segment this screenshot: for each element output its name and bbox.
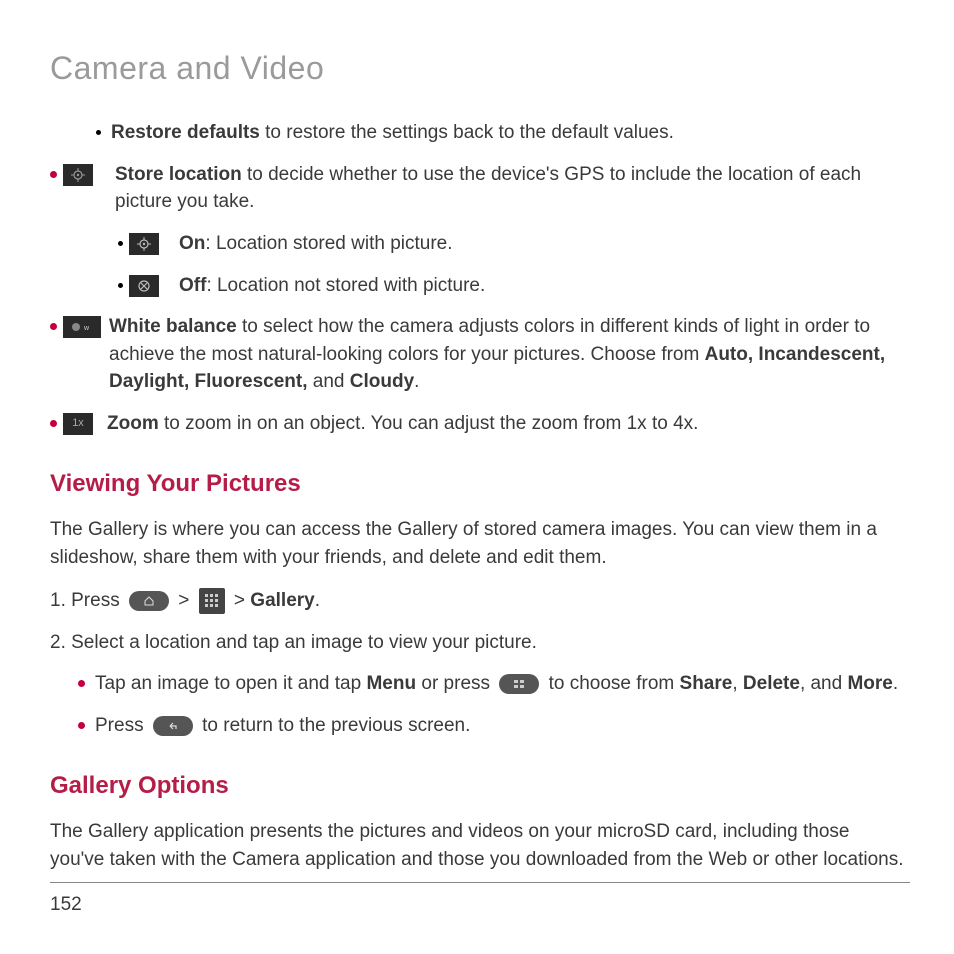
text: to restore the settings back to the defa… [260,122,674,143]
text: to zoom in on an object. You can adjust … [159,413,699,434]
substep-text: Tap an image to open it and tap Menu or … [95,670,904,698]
step-2: 2. Select a location and tap an image to… [50,629,904,657]
apps-grid-icon [199,588,225,614]
bullet-dot-icon [50,323,57,330]
c1: , [732,673,743,694]
gallery-intro: The Gallery application presents the pic… [50,818,904,873]
menu-label: Menu [366,673,416,694]
gallery-label: Gallery [250,590,314,611]
page-number: 152 [50,891,910,919]
t1: Press [95,715,149,736]
t1: Tap an image to open it and tap [95,673,366,694]
heading-gallery-options: Gallery Options [50,769,904,804]
text: : Location stored with picture. [205,233,452,254]
substep-text: Press to return to the previous screen. [95,712,470,740]
bullet-text: Off: Location not stored with picture. [179,272,485,300]
back-button-icon [153,716,193,736]
step-1: 1. Press > > Gallery. [50,587,904,615]
t2: or press [416,673,495,694]
sep1: > [178,590,194,611]
bullet-store-location: Store location to decide whether to use … [50,161,904,216]
zoom-icon: 1x [63,413,93,435]
substep-back: Press to return to the previous screen. [78,712,904,740]
bullet-dot-icon [50,420,57,427]
dot: . [893,673,898,694]
bullet-dot-icon [118,241,123,246]
label: Zoom [107,413,159,434]
gps-off-icon [129,275,159,297]
zoom-icon-label: 1x [72,416,84,432]
dot: . [315,590,320,611]
gps-on-icon [129,233,159,255]
page-title: Camera and Video [50,45,904,91]
bullet-dot-icon [96,130,101,135]
text: : Location not stored with picture. [206,275,485,296]
dot: . [414,371,419,392]
label: Store location [115,164,242,185]
bullet-dot-icon [78,680,85,687]
bullet-dot-icon [50,171,57,178]
and: and [307,371,349,392]
bullet-dot-icon [118,283,123,288]
gps-icon [63,164,93,186]
footer-divider [50,882,910,883]
share-label: Share [680,673,733,694]
c2: , and [800,673,848,694]
substep-open-image: Tap an image to open it and tap Menu or … [78,670,904,698]
white-balance-icon: w [63,316,101,338]
bullet-location-off: Off: Location not stored with picture. [118,272,904,300]
step1-pre: 1. Press [50,590,125,611]
t3: to choose from [549,673,680,694]
bullet-text: Restore defaults to restore the settings… [111,119,674,147]
sep2: > [234,590,250,611]
page-footer: 152 [50,882,910,919]
bullet-zoom: 1x Zoom to zoom in on an object. You can… [50,410,904,438]
bullet-text: Zoom to zoom in on an object. You can ad… [107,410,904,438]
label: On [179,233,205,254]
bullet-text: Store location to decide whether to use … [115,161,904,216]
bullet-text: White balance to select how the camera a… [109,313,904,396]
bullet-restore-defaults: Restore defaults to restore the settings… [96,119,904,147]
label: Off [179,275,206,296]
more-label: More [847,673,892,694]
label: White balance [109,316,237,337]
home-button-icon [129,591,169,611]
t2: to return to the previous screen. [202,715,470,736]
bullet-text: On: Location stored with picture. [179,230,453,258]
svg-text:w: w [83,325,90,332]
bullet-dot-icon [78,722,85,729]
viewing-intro: The Gallery is where you can access the … [50,516,904,571]
label: Restore defaults [111,122,260,143]
delete-label: Delete [743,673,800,694]
heading-viewing-pictures: Viewing Your Pictures [50,467,904,502]
menu-button-icon [499,674,539,694]
bullet-white-balance: w White balance to select how the camera… [50,313,904,396]
last-option: Cloudy [350,371,414,392]
bullet-location-on: On: Location stored with picture. [118,230,904,258]
